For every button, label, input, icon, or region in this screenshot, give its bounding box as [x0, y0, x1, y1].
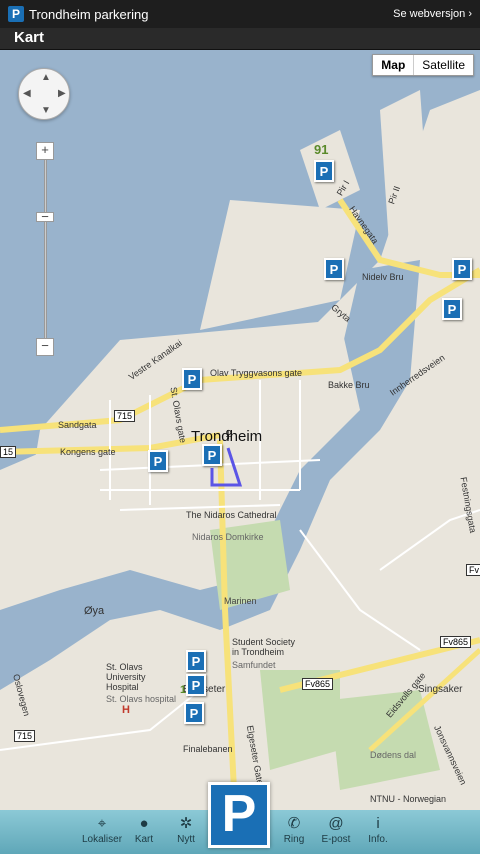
parking-center-button[interactable]: P [208, 782, 270, 848]
person-icon: ♀ [222, 424, 236, 444]
tab-ring[interactable]: ✆ Ring [274, 812, 314, 852]
route-shield: 715 [14, 730, 36, 742]
tab-nytt[interactable]: ✲ Nytt [166, 812, 206, 852]
pan-control[interactable]: ▲ ▼ ◀ ▶ [18, 68, 70, 120]
info-icon: i [376, 815, 380, 832]
place-label: Øya [84, 605, 105, 617]
place-label: Singsaker [418, 684, 463, 695]
parking-marker[interactable]: P [442, 298, 462, 324]
parking-marker[interactable]: P [324, 258, 344, 284]
zoom-out-button[interactable]: − [36, 338, 54, 356]
place-label: Nidaros Domkirke [192, 532, 264, 542]
tab-lokaliser[interactable]: ⌖ Lokaliser [82, 812, 122, 852]
parking-count-label: 91 [314, 142, 329, 157]
place-label: Student Society in Trondheim [232, 637, 296, 657]
phone-icon: ✆ [287, 815, 301, 832]
sprout-icon: ✲ [179, 815, 193, 832]
pan-left-icon[interactable]: ◀ [23, 88, 31, 99]
parking-marker[interactable]: P [182, 368, 202, 394]
map-type-toggle[interactable]: Map Satellite [372, 54, 474, 76]
page-title: Kart [0, 28, 480, 50]
place-label: NTNU - Norwegian [370, 794, 447, 804]
route-shield: 715 [114, 410, 136, 422]
road-label: Bakke Bru [328, 380, 370, 390]
parking-marker[interactable]: P [202, 444, 222, 470]
tab-epost[interactable]: @ E-post [316, 812, 356, 852]
crosshair-icon: ⌖ [97, 815, 107, 832]
app-title: Trondheim parkering [29, 6, 149, 22]
pan-right-icon[interactable]: ▶ [58, 88, 66, 99]
road-label: Sandgata [58, 420, 97, 430]
parking-marker[interactable]: P [148, 450, 168, 476]
parking-marker[interactable]: P [186, 674, 206, 700]
map-type-map-button[interactable]: Map [373, 55, 415, 75]
chevron-right-icon: › [468, 8, 472, 20]
zoom-slider[interactable] [44, 150, 47, 348]
place-label: Marinen [224, 596, 257, 606]
parking-marker[interactable]: P [314, 160, 334, 186]
zoom-in-button[interactable]: + [36, 142, 54, 160]
parking-marker[interactable]: P [452, 258, 472, 284]
tab-info[interactable]: i Info. [358, 812, 398, 852]
place-label: Samfundet [232, 660, 276, 670]
place-label: Dødens dal [370, 750, 417, 760]
place-label: St. Olavs University Hospital [106, 662, 146, 692]
route-shield: Fv [466, 564, 480, 576]
pan-down-icon[interactable]: ▼ [41, 105, 51, 116]
place-label: The Nidaros Cathedral [186, 510, 277, 520]
tab-kart[interactable]: ● Kart [124, 812, 164, 852]
web-version-link[interactable]: Se webversjon › [393, 8, 472, 20]
map-pin-icon: ● [139, 815, 149, 832]
map-view[interactable]: Trondheim Havnegata Nidelv Bru Gryta Ola… [0, 50, 480, 810]
road-label: Kongens gate [60, 447, 116, 457]
parking-marker[interactable]: P [186, 650, 206, 676]
route-shield: Fv865 [302, 678, 334, 690]
route-shield: 15 [0, 446, 17, 458]
zoom-slider-handle[interactable]: − [36, 210, 54, 223]
place-label: St. Olavs hospital [106, 694, 177, 704]
road-label: Olav Tryggvasons gate [210, 368, 303, 378]
route-shield: Fv865 [440, 636, 472, 648]
map-type-satellite-button[interactable]: Satellite [414, 55, 473, 75]
app-title-bar: P Trondheim parkering Se webversjon › [0, 0, 480, 28]
app-logo: P [8, 6, 24, 22]
road-label: Nidelv Bru [362, 272, 404, 282]
place-label: Finalebanen [183, 744, 233, 754]
pan-up-icon[interactable]: ▲ [41, 72, 51, 83]
at-icon: @ [328, 815, 344, 832]
hospital-icon: H [122, 704, 130, 716]
parking-marker[interactable]: P [184, 702, 204, 728]
